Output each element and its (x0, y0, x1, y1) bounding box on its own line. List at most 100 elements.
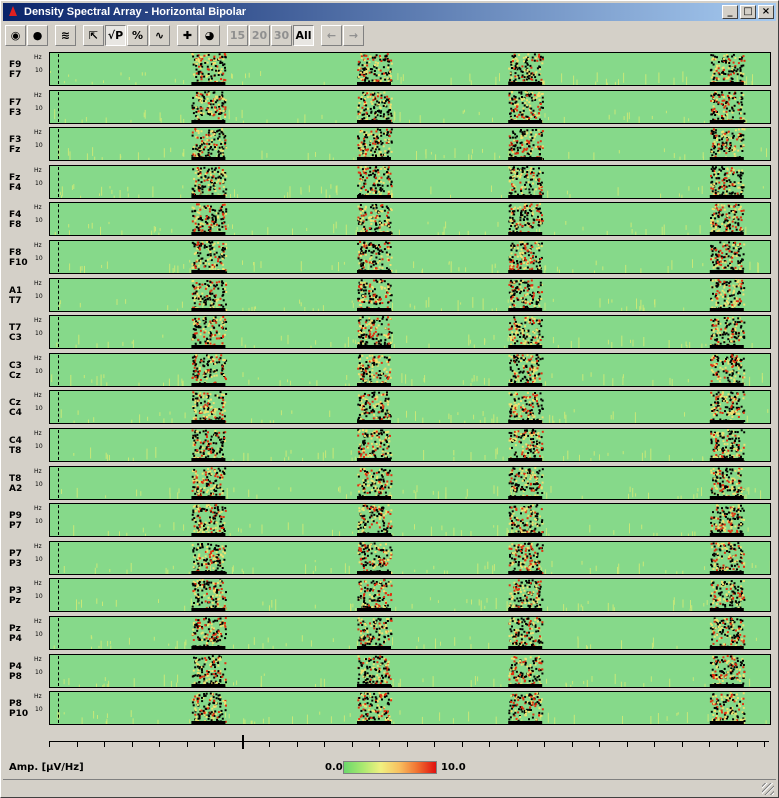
spectral-burst-cell (389, 207, 392, 210)
spectral-burst-cell (522, 247, 525, 250)
spectral-burst-cell (723, 208, 726, 211)
spectral-burst-cell (727, 136, 730, 139)
range-all-button[interactable]: All (293, 24, 314, 46)
fit-button[interactable]: ⇱ (83, 24, 104, 46)
spectral-burst-cell (212, 103, 215, 106)
spectral-burst-cell (724, 219, 727, 222)
title-bar[interactable]: Density Spectral Array - Horizontal Bipo… (3, 3, 776, 21)
spectrogram-plot[interactable] (49, 90, 771, 124)
spectral-burst-cell (196, 293, 199, 296)
spectral-burst-cell (383, 343, 386, 346)
spectral-burst-cell (716, 56, 718, 59)
spectral-burst-cell (531, 286, 534, 289)
topo-map-button[interactable]: ● (27, 24, 48, 46)
spectral-burst-cell (511, 60, 514, 63)
spectral-burst-cell (380, 287, 383, 290)
spectral-burst-cell (509, 216, 512, 219)
cursor-marker[interactable] (58, 129, 59, 159)
spectral-burst-cell (375, 303, 378, 306)
spectral-burst-cell (529, 259, 532, 261)
spectral-burst-cell (731, 191, 734, 194)
spectrogram-plot[interactable] (49, 202, 771, 236)
spectral-burst-cell (532, 213, 534, 216)
spectral-burst-cell (534, 336, 537, 339)
spectral-burst-cell (739, 72, 742, 75)
spectral-burst-cell (710, 217, 712, 219)
sqrt-power-button[interactable]: √P (105, 24, 126, 46)
channel-label: F3 Fz (9, 135, 31, 155)
spectral-burst-cell (532, 252, 535, 255)
spectrogram-plot[interactable] (49, 127, 771, 161)
spectrogram-plot[interactable] (49, 52, 771, 86)
spectral-burst-cell (365, 71, 368, 74)
spectral-texture (292, 228, 293, 235)
spectral-burst-cell (200, 176, 203, 179)
spectrogram-plot[interactable] (49, 315, 771, 349)
spectral-texture (561, 73, 563, 83)
spectrogram-plot[interactable] (49, 165, 771, 199)
spectral-burst-cell (711, 219, 714, 221)
cursor-marker[interactable] (58, 242, 59, 272)
spectral-texture (617, 187, 619, 196)
spectral-burst-cell (532, 144, 535, 147)
spectral-burst-cell (361, 209, 364, 212)
spectral-texture (172, 268, 174, 273)
spectral-burst-cell (365, 218, 368, 221)
spectral-texture (79, 302, 81, 308)
spectral-burst-cell (719, 249, 722, 252)
cursor-marker[interactable] (58, 54, 59, 84)
spectral-burst-cell (225, 210, 228, 213)
range-30-button[interactable]: 30 (271, 24, 292, 46)
spectral-burst-cell (714, 247, 717, 249)
minimize-button[interactable]: _ (722, 5, 738, 19)
cursor-marker[interactable] (58, 204, 59, 234)
spectral-burst-cell (723, 304, 726, 307)
spectral-texture (144, 109, 146, 119)
spectral-burst-cell (222, 102, 225, 105)
spectral-burst-cell (514, 104, 517, 107)
spectral-burst-cell (526, 305, 528, 308)
spectral-burst-cell (380, 97, 383, 99)
spectral-burst-cell (367, 190, 369, 193)
head-map-button[interactable]: ◕ (199, 24, 220, 46)
spectral-burst-cell (225, 212, 227, 215)
cursor-marker[interactable] (58, 280, 59, 310)
spectral-burst-cell (223, 203, 226, 206)
spectral-burst-cell (713, 215, 716, 218)
spectral-burst-cell (215, 284, 218, 287)
spectral-burst-cell (213, 284, 216, 287)
spectral-burst-cell (207, 53, 210, 56)
color-scale-button[interactable]: ✚ (177, 24, 198, 46)
spectral-texture (484, 231, 486, 235)
range-20-button[interactable]: 20 (249, 24, 270, 46)
spectral-burst-cell (357, 75, 360, 78)
spectral-burst-cell (368, 227, 371, 230)
spectral-texture (289, 186, 291, 198)
spectral-burst-cell (370, 130, 373, 133)
spectral-burst-cell (381, 250, 384, 253)
cursor-marker[interactable] (58, 167, 59, 197)
range-15-button[interactable]: 15 (227, 24, 248, 46)
spectrogram-plot[interactable] (49, 240, 771, 274)
spectral-burst-cell (224, 225, 227, 228)
cursor-marker[interactable] (58, 92, 59, 122)
spectral-texture (330, 342, 332, 347)
waveform-button[interactable]: ≋ (55, 24, 76, 46)
spectral-burst-cell (214, 316, 217, 319)
spectral-burst-cell (370, 223, 373, 225)
spectral-burst-cell (718, 143, 721, 146)
brain-view-button[interactable]: ◉ (5, 24, 26, 46)
spectral-texture (284, 195, 285, 198)
spectral-burst-cell (717, 61, 720, 63)
maximize-button[interactable]: □ (740, 5, 756, 19)
percent-button[interactable]: % (127, 24, 148, 46)
spectral-texture (681, 343, 683, 348)
forward-button[interactable]: → (343, 24, 364, 46)
trend-button[interactable]: ∿ (149, 24, 170, 46)
spectrogram-plot[interactable] (49, 278, 771, 312)
spectral-burst-cell (195, 62, 198, 65)
spectral-burst-cell (513, 148, 515, 151)
back-button[interactable]: ← (321, 24, 342, 46)
spectral-burst-cell (209, 186, 212, 189)
close-button[interactable]: × (758, 5, 774, 19)
